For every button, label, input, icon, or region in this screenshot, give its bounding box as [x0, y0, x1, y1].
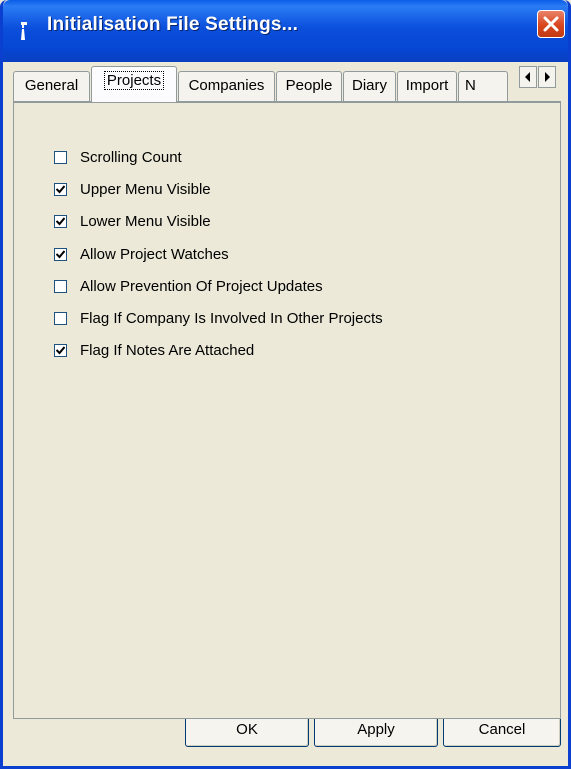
tab-next[interactable]: N [458, 71, 508, 101]
checkbox-flag-company-involved[interactable] [54, 311, 67, 325]
close-button[interactable] [537, 10, 565, 38]
tab-companies[interactable]: Companies [178, 71, 275, 101]
close-icon [543, 16, 559, 32]
checkbox-upper-menu-visible[interactable] [54, 182, 67, 196]
option-upper-menu-visible[interactable]: Upper Menu Visible [54, 179, 211, 199]
checkbox-scrolling-count[interactable] [54, 150, 67, 164]
tab-projects[interactable]: Projects [91, 66, 177, 102]
option-lower-menu-visible[interactable]: Lower Menu Visible [54, 211, 211, 231]
option-allow-prevention-of-project-updates[interactable]: Allow Prevention Of Project Updates [54, 276, 323, 296]
checkbox-lower-menu-visible[interactable] [54, 214, 67, 228]
dialog-window: Initialisation File Settings... General … [0, 0, 571, 769]
option-label: Scrolling Count [80, 148, 182, 166]
projects-tab-panel: Scrolling Count Upper Menu Visible Lower… [13, 101, 561, 719]
option-scrolling-count[interactable]: Scrolling Count [54, 147, 182, 167]
tab-general[interactable]: General [13, 71, 90, 101]
option-label: Upper Menu Visible [80, 180, 211, 198]
app-icon [21, 22, 27, 40]
option-label: Flag If Notes Are Attached [80, 341, 255, 359]
checkbox-flag-notes-attached[interactable] [54, 343, 67, 357]
arrow-left-icon [525, 72, 530, 82]
title-bar[interactable]: Initialisation File Settings... [3, 0, 568, 62]
tab-people[interactable]: People [276, 71, 342, 101]
tab-scroll-right-button[interactable] [538, 66, 556, 88]
option-label: Lower Menu Visible [80, 212, 211, 230]
checkmark-icon [56, 216, 65, 225]
option-label: Allow Prevention Of Project Updates [80, 277, 323, 295]
option-flag-company-involved[interactable]: Flag If Company Is Involved In Other Pro… [54, 308, 383, 328]
tab-diary[interactable]: Diary [343, 71, 396, 101]
checkmark-icon [56, 345, 65, 354]
tab-import[interactable]: Import [397, 71, 457, 101]
option-label: Flag If Company Is Involved In Other Pro… [80, 309, 383, 327]
checkbox-allow-prevention-of-project-updates[interactable] [54, 279, 67, 293]
window-title: Initialisation File Settings... [47, 14, 299, 35]
checkbox-allow-project-watches[interactable] [54, 247, 67, 261]
option-flag-notes-attached[interactable]: Flag If Notes Are Attached [54, 340, 254, 360]
tab-scroll-left-button[interactable] [519, 66, 537, 88]
option-allow-project-watches[interactable]: Allow Project Watches [54, 244, 229, 264]
checkmark-icon [56, 249, 65, 258]
arrow-right-icon [545, 72, 550, 82]
option-label: Allow Project Watches [80, 245, 229, 263]
checkmark-icon [56, 184, 65, 193]
